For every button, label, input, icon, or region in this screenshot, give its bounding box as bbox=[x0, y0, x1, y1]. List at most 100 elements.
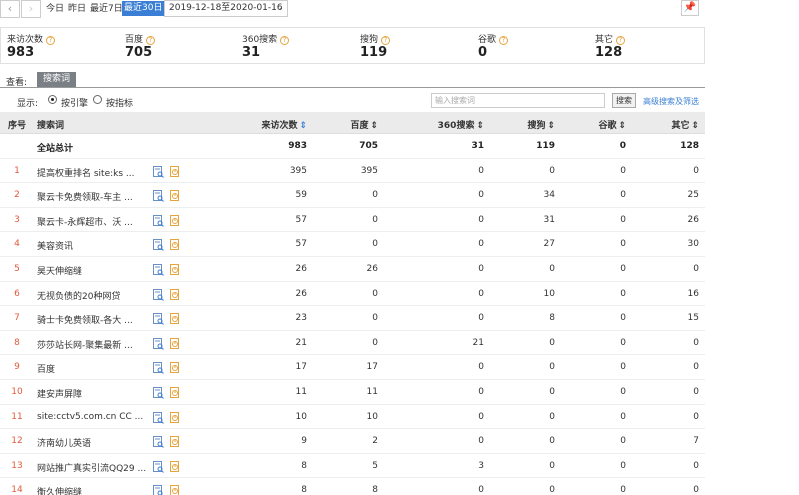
row-index: 8 bbox=[14, 337, 20, 348]
row-value: 0 bbox=[549, 387, 555, 397]
row-keyword[interactable]: 美容资讯 bbox=[37, 239, 147, 252]
search-detail-icon[interactable] bbox=[153, 190, 164, 203]
trend-icon[interactable] bbox=[170, 337, 181, 350]
trend-icon[interactable] bbox=[170, 460, 181, 473]
range-7days-button[interactable]: 最近7日 bbox=[90, 3, 123, 15]
total-360: 31 bbox=[471, 141, 484, 151]
row-value: 0 bbox=[620, 485, 626, 495]
trend-icon[interactable] bbox=[170, 485, 181, 495]
trend-icon[interactable] bbox=[170, 313, 181, 325]
radio-by-metric-label[interactable]: 按指标 bbox=[106, 96, 133, 109]
trend-icon[interactable] bbox=[170, 436, 181, 448]
row-keyword[interactable]: 聚云卡免费领取-车主 ... bbox=[37, 190, 147, 203]
trend-icon[interactable] bbox=[170, 264, 181, 276]
row-keyword[interactable]: 建安声屏障 bbox=[37, 387, 147, 400]
metric-label: 百度 bbox=[125, 35, 144, 45]
search-detail-icon[interactable] bbox=[153, 460, 164, 473]
help-icon[interactable]: ? bbox=[616, 36, 626, 45]
row-value: 11 bbox=[366, 387, 378, 397]
row-value: 0 bbox=[549, 264, 555, 274]
row-keyword[interactable]: 昊天伸缩缝 bbox=[37, 264, 147, 277]
tab-divider bbox=[0, 87, 705, 88]
table-row: 2 聚云卡免费领取-车主 ... 59 0 0 34 0 25 bbox=[0, 183, 705, 208]
metric-label: 搜狗 bbox=[360, 35, 379, 45]
trend-icon[interactable] bbox=[170, 190, 181, 202]
row-value: 7 bbox=[693, 436, 699, 447]
row-keyword[interactable]: 济南幼儿英语 bbox=[37, 436, 147, 449]
trend-icon[interactable] bbox=[170, 165, 181, 178]
search-input[interactable] bbox=[431, 93, 605, 108]
row-value: 0 bbox=[478, 411, 484, 422]
table-row: 6 无视负债的20种网贷 26 0 0 10 0 16 bbox=[0, 282, 705, 307]
trend-icon[interactable] bbox=[170, 387, 181, 399]
trend-icon[interactable] bbox=[170, 362, 181, 374]
col-google[interactable]: 谷歌 ⇕ bbox=[598, 118, 626, 131]
col-360[interactable]: 360搜索 ⇕ bbox=[438, 118, 484, 131]
col-sogou[interactable]: 搜狗 ⇕ bbox=[527, 118, 555, 131]
search-detail-icon[interactable] bbox=[153, 485, 164, 495]
help-icon[interactable]: ? bbox=[146, 36, 156, 45]
search-button[interactable]: 搜索 bbox=[612, 93, 636, 108]
row-index: 5 bbox=[14, 264, 20, 274]
tab-search-terms[interactable]: 搜索词 bbox=[37, 72, 77, 87]
row-keyword[interactable]: site:cctv5.com.cn CC ... bbox=[37, 412, 147, 422]
metric-label: 谷歌 bbox=[478, 35, 497, 45]
row-keyword[interactable]: 聚云卡-永辉超市、沃 ... bbox=[37, 215, 147, 228]
search-detail-icon[interactable] bbox=[153, 387, 164, 399]
trend-icon[interactable] bbox=[170, 214, 181, 227]
search-detail-icon[interactable] bbox=[153, 411, 164, 424]
help-icon[interactable]: ? bbox=[381, 36, 391, 45]
row-keyword[interactable]: 提高权重排名 site:ks ... bbox=[37, 166, 147, 179]
row-keyword[interactable]: 百度 bbox=[37, 362, 147, 375]
trend-icon[interactable] bbox=[170, 411, 181, 424]
row-keyword[interactable]: 骑士卡免费领取-各大 ... bbox=[37, 313, 147, 326]
search-detail-icon[interactable] bbox=[153, 362, 164, 375]
search-detail-icon[interactable] bbox=[153, 436, 164, 449]
search-detail-icon[interactable] bbox=[153, 214, 164, 227]
row-keyword[interactable]: 衡久伸缩缝 bbox=[37, 485, 147, 495]
col-baidu[interactable]: 百度 ⇕ bbox=[350, 118, 378, 131]
chevron-right-icon[interactable]: › bbox=[21, 0, 41, 18]
row-value: 8 bbox=[301, 460, 307, 471]
row-value: 0 bbox=[478, 239, 484, 250]
col-360-label: 360搜索 bbox=[437, 121, 475, 131]
col-visits[interactable]: 来访次数 ⇕ bbox=[261, 118, 307, 131]
range-30days-button[interactable]: 最近30日 bbox=[122, 1, 165, 16]
pushpin-icon[interactable]: 📌 bbox=[681, 0, 699, 16]
radio-by-engine[interactable] bbox=[48, 95, 57, 104]
row-value: 57 bbox=[295, 214, 307, 225]
search-detail-icon[interactable] bbox=[153, 337, 164, 350]
col-other-label: 其它 bbox=[671, 121, 690, 131]
metric-value: 31 bbox=[242, 45, 261, 60]
advanced-search-link[interactable]: 高级搜索及筛选 bbox=[643, 96, 699, 107]
row-value: 0 bbox=[693, 460, 699, 471]
radio-by-metric[interactable] bbox=[93, 95, 102, 104]
row-value: 0 bbox=[620, 387, 626, 397]
table-row: 3 聚云卡-永辉超市、沃 ... 57 0 0 31 0 26 bbox=[0, 208, 705, 233]
col-other[interactable]: 其它 ⇕ bbox=[671, 118, 699, 131]
col-sogou-label: 搜狗 bbox=[527, 121, 546, 131]
date-range-picker[interactable]: 2019-12-18至2020-01-16 ⌄ bbox=[164, 0, 288, 17]
search-detail-icon[interactable] bbox=[153, 239, 164, 252]
chevron-left-icon[interactable]: ‹ bbox=[0, 0, 20, 18]
row-keyword[interactable]: 网站推广真实引流QQ29 ... bbox=[37, 461, 147, 474]
trend-icon[interactable] bbox=[170, 239, 181, 251]
row-keyword[interactable]: 无视负债的20种网贷 bbox=[37, 289, 147, 302]
row-keyword[interactable]: 莎莎站长网-聚集最新 ... bbox=[37, 338, 147, 351]
search-detail-icon[interactable] bbox=[153, 165, 164, 178]
row-index: 6 bbox=[14, 288, 20, 299]
help-icon[interactable]: ? bbox=[280, 36, 290, 45]
row-value: 0 bbox=[620, 411, 626, 422]
row-value: 0 bbox=[549, 411, 555, 422]
search-detail-icon[interactable] bbox=[153, 313, 164, 326]
help-icon[interactable]: ? bbox=[499, 36, 509, 45]
row-value: 0 bbox=[372, 337, 378, 348]
help-icon[interactable]: ? bbox=[46, 36, 56, 45]
radio-by-engine-label[interactable]: 按引擎 bbox=[61, 96, 88, 109]
range-yesterday-button[interactable]: 昨日 bbox=[68, 3, 86, 15]
row-value: 17 bbox=[295, 362, 307, 373]
trend-icon[interactable] bbox=[170, 288, 181, 301]
search-detail-icon[interactable] bbox=[153, 288, 164, 301]
range-today-button[interactable]: 今日 bbox=[46, 3, 64, 15]
search-detail-icon[interactable] bbox=[153, 264, 164, 276]
